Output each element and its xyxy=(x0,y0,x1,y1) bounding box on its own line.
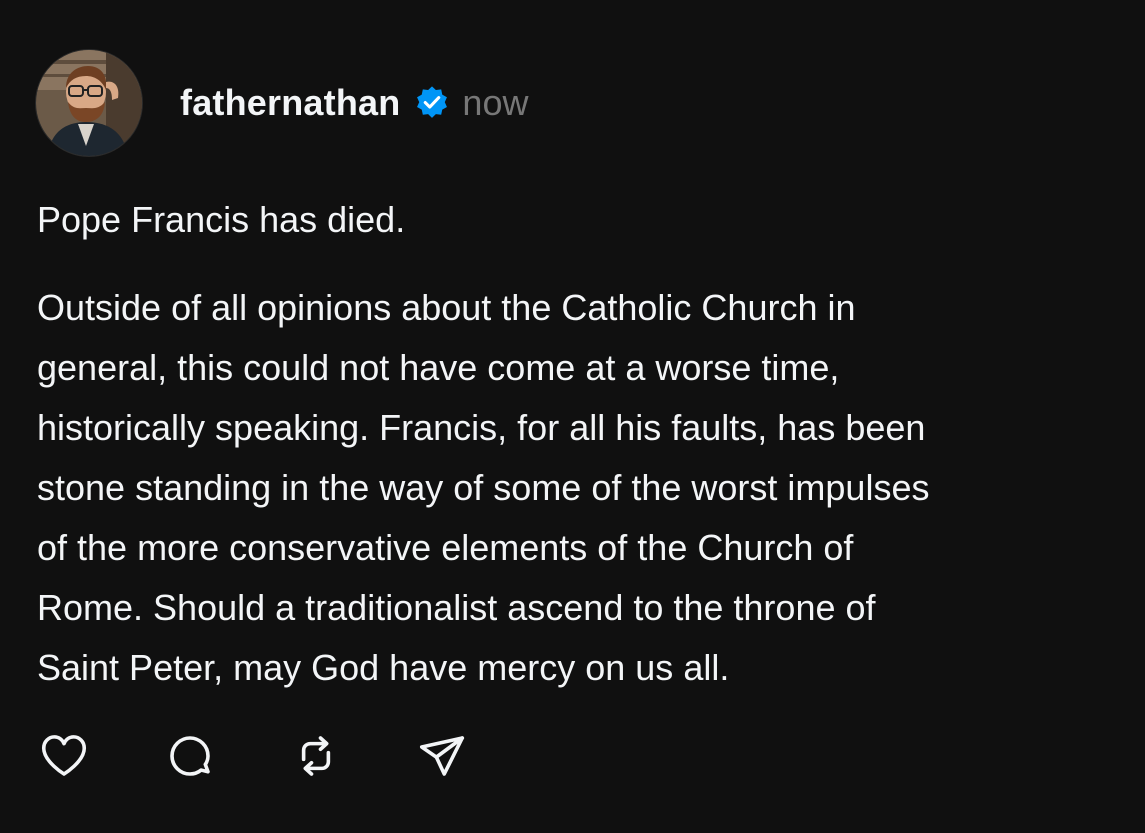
timestamp: now xyxy=(462,82,529,123)
avatar-image xyxy=(36,50,142,156)
action-bar xyxy=(36,728,470,784)
like-button[interactable] xyxy=(36,728,92,784)
post-paragraph: Pope Francis has died. xyxy=(37,199,406,240)
comment-icon xyxy=(170,736,210,776)
repost-icon xyxy=(301,736,331,776)
post-header: fathernathan now xyxy=(180,78,528,128)
post-body: Pope Francis has died. Outside of all op… xyxy=(37,190,1127,698)
heart-icon xyxy=(41,735,87,776)
avatar[interactable] xyxy=(36,50,142,156)
thread-post: fathernathan now Pope Francis has died. … xyxy=(0,0,1145,833)
repost-button[interactable] xyxy=(288,728,344,784)
reply-button[interactable] xyxy=(162,728,218,784)
verified-badge-icon xyxy=(414,85,450,121)
username[interactable]: fathernathan xyxy=(180,82,400,124)
post-paragraph: Outside of all opinions about the Cathol… xyxy=(37,287,930,688)
share-button[interactable] xyxy=(414,728,470,784)
share-icon xyxy=(419,736,465,776)
